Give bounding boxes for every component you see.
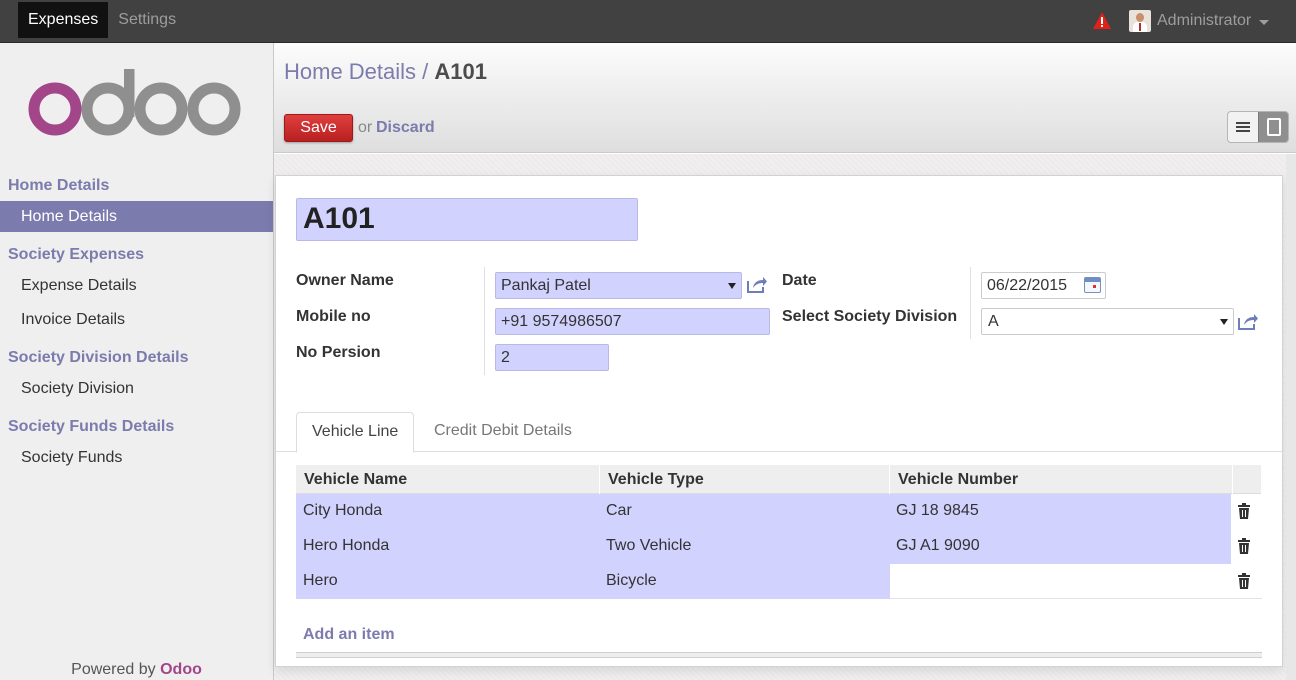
owner-name-select[interactable]: Pankaj Patel <box>495 272 742 299</box>
table-row[interactable]: City Honda Car GJ 18 9845 <box>296 494 1262 529</box>
breadcrumb: Home Details / A101 <box>284 59 487 85</box>
cell-vehicle-number[interactable]: GJ A1 9090 <box>890 529 1231 564</box>
cell-vehicle-name[interactable]: City Honda <box>296 494 600 529</box>
sidebar-item-home-details[interactable]: Home Details <box>0 201 273 232</box>
form-icon <box>1266 118 1281 136</box>
user-name: Administrator <box>1157 12 1252 29</box>
dropdown-arrow-icon <box>728 283 736 289</box>
sidebar-item-expense-details[interactable]: Expense Details <box>0 270 273 301</box>
cell-vehicle-number[interactable]: GJ 18 9845 <box>890 494 1231 529</box>
discard-button[interactable]: Discard <box>376 119 435 137</box>
divider <box>484 267 485 375</box>
society-division-label: Select Society Division <box>782 308 958 325</box>
sidebar-section-society-expenses: Society Expenses <box>8 246 145 263</box>
trash-icon[interactable] <box>1237 538 1251 554</box>
column-vehicle-name[interactable]: Vehicle Name <box>296 465 600 494</box>
no-persion-input[interactable]: 2 <box>495 344 609 371</box>
cell-vehicle-type[interactable]: Car <box>600 494 890 529</box>
chevron-down-icon <box>1259 19 1270 25</box>
date-value: 06/22/2015 <box>987 277 1068 294</box>
powered-by-label: Powered by <box>71 661 156 678</box>
scrollbar[interactable] <box>1286 154 1296 680</box>
warning-icon[interactable] <box>1093 12 1111 29</box>
or-text: or <box>358 119 373 136</box>
sidebar-section-home-details: Home Details <box>8 177 110 194</box>
dropdown-arrow-icon <box>1220 319 1228 325</box>
add-item-link[interactable]: Add an item <box>303 626 395 644</box>
external-link-icon[interactable] <box>1237 313 1259 331</box>
breadcrumb-current: A101 <box>434 59 488 84</box>
mobile-no-label: Mobile no <box>296 308 371 325</box>
list-icon <box>1236 122 1250 132</box>
column-actions <box>1233 465 1262 494</box>
form-content: A101 Owner Name Mobile no No Persion Pan… <box>274 154 1296 680</box>
date-label: Date <box>782 272 817 289</box>
sidebar-section-society-division-details: Society Division Details <box>8 349 189 366</box>
tab-credit-debit-details[interactable]: Credit Debit Details <box>419 412 587 452</box>
menu-expenses[interactable]: Expenses <box>18 2 109 38</box>
save-button[interactable]: Save <box>284 114 353 142</box>
cell-vehicle-number[interactable] <box>890 564 1231 599</box>
vehicle-table: Vehicle Name Vehicle Type Vehicle Number… <box>296 465 1262 599</box>
sidebar-item-society-funds[interactable]: Society Funds <box>0 442 273 473</box>
breadcrumb-separator: / <box>422 59 429 84</box>
odoo-logo[interactable] <box>28 67 242 143</box>
form-sheet: A101 Owner Name Mobile no No Persion Pan… <box>275 175 1283 667</box>
calendar-icon[interactable] <box>1084 277 1101 293</box>
powered-by: Powered by Odoo <box>0 661 273 679</box>
top-menu: Expenses Settings <box>18 2 186 38</box>
table-header: Vehicle Name Vehicle Type Vehicle Number <box>296 465 1262 494</box>
no-persion-label: No Persion <box>296 344 381 361</box>
cell-vehicle-name[interactable]: Hero Honda <box>296 529 600 564</box>
table-row[interactable]: Hero Bicycle <box>296 564 1262 599</box>
external-link-icon[interactable] <box>746 276 768 294</box>
title-input[interactable]: A101 <box>296 198 638 241</box>
sidebar-section-society-funds-details: Society Funds Details <box>8 418 175 435</box>
society-division-select[interactable]: A <box>981 308 1234 335</box>
breadcrumb-parent-link[interactable]: Home Details <box>284 59 416 84</box>
cell-vehicle-name[interactable]: Hero <box>296 564 600 599</box>
cell-vehicle-type[interactable]: Bicycle <box>600 564 890 599</box>
sidebar-item-invoice-details[interactable]: Invoice Details <box>0 304 273 335</box>
sidebar: Home Details Home Details Society Expens… <box>0 43 274 680</box>
owner-name-value: Pankaj Patel <box>501 277 591 294</box>
user-menu[interactable]: Administrator <box>1129 10 1270 32</box>
date-input[interactable]: 06/22/2015 <box>981 272 1106 299</box>
column-vehicle-type[interactable]: Vehicle Type <box>600 465 890 494</box>
column-vehicle-number[interactable]: Vehicle Number <box>890 465 1233 494</box>
tab-vehicle-line[interactable]: Vehicle Line <box>296 412 415 453</box>
divider <box>970 267 971 339</box>
view-switcher <box>1227 111 1289 143</box>
control-panel: Home Details / A101 Save or Discard <box>274 43 1296 153</box>
trash-icon[interactable] <box>1237 503 1251 519</box>
powered-by-brand-link[interactable]: Odoo <box>160 661 202 678</box>
table-row[interactable]: Hero Honda Two Vehicle GJ A1 9090 <box>296 529 1262 564</box>
trash-icon[interactable] <box>1237 573 1251 589</box>
top-navbar: Expenses Settings Administrator <box>0 0 1296 43</box>
mobile-no-input[interactable]: +91 9574986507 <box>495 308 770 335</box>
form-view-button[interactable] <box>1258 112 1288 142</box>
avatar <box>1129 10 1151 32</box>
list-view-button[interactable] <box>1228 112 1258 142</box>
menu-settings[interactable]: Settings <box>108 2 186 38</box>
notebook-tabs: Vehicle Line Credit Debit Details <box>276 412 1282 453</box>
cell-vehicle-type[interactable]: Two Vehicle <box>600 529 890 564</box>
owner-name-label: Owner Name <box>296 272 394 289</box>
table-footer <box>296 652 1262 658</box>
sidebar-item-society-division[interactable]: Society Division <box>0 373 273 404</box>
society-division-value: A <box>988 313 999 330</box>
